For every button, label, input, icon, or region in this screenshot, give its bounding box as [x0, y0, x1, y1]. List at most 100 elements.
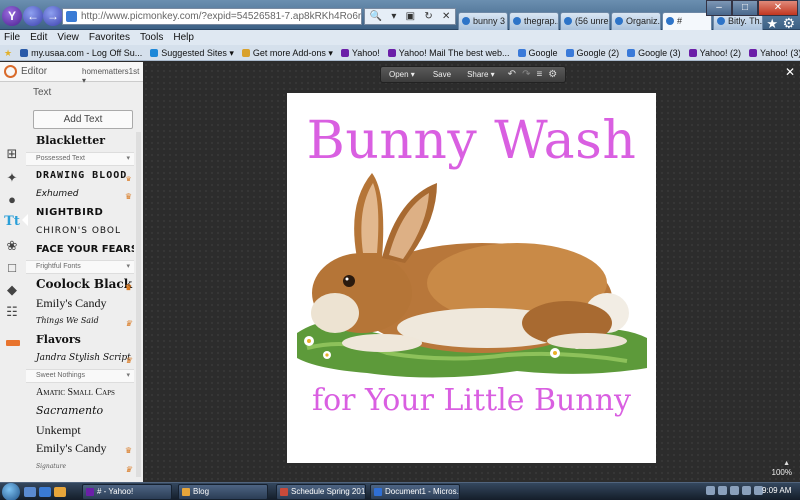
layers-icon[interactable]: ≡ [533, 69, 545, 80]
favorites-bar: ★ my.usaa.com - Log Off Su... Suggested S… [0, 45, 800, 61]
page-icon [66, 11, 77, 22]
taskbar-item[interactable]: # - Yahoo! [82, 484, 172, 500]
taskbar-item-label: # - Yahoo! [97, 487, 134, 496]
minimize-button[interactable]: – [706, 0, 732, 16]
font-category-header[interactable]: Sweet Nothings ▾ [26, 368, 134, 383]
photo-title-text[interactable]: Bunny Wash [287, 111, 656, 171]
start-button[interactable] [2, 483, 20, 500]
font-list-item[interactable]: FACE YOUR FEARS [26, 241, 134, 260]
add-text-button[interactable]: Add Text [33, 110, 133, 129]
back-button[interactable]: ← [23, 6, 43, 26]
browser-tab[interactable]: (56 unre... [560, 12, 610, 30]
taskbar-item[interactable]: Blog [178, 484, 268, 500]
font-list-item[interactable]: CHIRON'S OBOL [26, 222, 134, 241]
menu-item-view[interactable]: View [57, 30, 79, 45]
redo-icon[interactable]: ↷ [519, 69, 533, 80]
menu-item-favorites[interactable]: Favorites [89, 30, 130, 45]
photo-subtitle-text[interactable]: for Your Little Bunny [287, 383, 656, 418]
taskbar-item[interactable]: Document1 - Micros... [370, 484, 460, 500]
dropdown-icon[interactable]: ▾ [391, 11, 396, 22]
yahoo-logo-icon[interactable]: Y [2, 6, 22, 26]
maximize-button[interactable]: □ [732, 0, 758, 16]
font-list-scrollbar[interactable] [136, 132, 141, 477]
font-category-header[interactable]: Frightful Fonts ▾ [26, 260, 134, 274]
forward-button[interactable]: → [43, 6, 63, 26]
font-list-item[interactable]: Sacramento [26, 402, 134, 421]
favorite-link[interactable]: Yahoo! (2) [688, 45, 741, 60]
folder-quicklaunch-icon[interactable] [54, 487, 66, 497]
favorite-link[interactable]: Yahoo! (3) [748, 45, 800, 60]
search-icon[interactable]: 🔍 [370, 11, 382, 22]
favorite-link[interactable]: Get more Add-ons ▾ [241, 45, 333, 60]
browser-tab[interactable]: # [662, 12, 712, 30]
font-list-item[interactable]: Coolock Black ♛ [26, 275, 134, 294]
open-button[interactable]: Open ▾ [381, 67, 425, 82]
font-list-item[interactable]: Signature ♛ [26, 458, 134, 477]
menu-item-file[interactable]: File [4, 30, 20, 45]
save-button[interactable]: Save [425, 67, 459, 82]
favorite-link[interactable]: Suggested Sites ▾ [150, 45, 234, 60]
ie-quicklaunch-icon[interactable] [39, 487, 51, 497]
zoom-up-icon[interactable]: ▲ [783, 460, 790, 467]
font-list-item[interactable]: Things We Said ♛ [26, 312, 134, 331]
font-list-item[interactable]: Exhumed ♛ [26, 185, 134, 204]
font-list-item[interactable]: Blackletter [26, 132, 134, 151]
tray-icon[interactable] [706, 486, 715, 495]
font-list-item[interactable]: DRAWING BLOOD ♛ [26, 167, 134, 186]
taskbar-item[interactable]: Schedule Spring 201... [276, 484, 366, 500]
close-editor-button[interactable]: ✕ [785, 65, 795, 79]
favorite-link[interactable]: Google (3) [627, 45, 681, 60]
frame-icon[interactable]: □ [4, 260, 20, 276]
network-icon[interactable] [730, 486, 739, 495]
browser-tab[interactable]: thegrap... [509, 12, 559, 30]
texture-icon[interactable]: ◆ [4, 282, 20, 298]
font-list-item[interactable]: Emily's Candy [26, 294, 134, 313]
zoom-level[interactable]: 100% [772, 468, 792, 477]
font-category-header[interactable]: Possessed Text ▾ [26, 151, 134, 166]
show-desktop-icon[interactable] [24, 487, 36, 497]
favorite-link[interactable]: Google (2) [565, 45, 619, 60]
themes-icon[interactable]: ☷ [4, 304, 20, 320]
section-title: Text [33, 87, 52, 98]
menu-item-help[interactable]: Help [173, 30, 194, 45]
favorite-link[interactable]: my.usaa.com - Log Off Su... [20, 45, 142, 60]
font-list-item[interactable]: Emily's Candy ♛ [26, 439, 134, 458]
settings-icon[interactable]: ⚙ [545, 69, 560, 80]
font-list-item[interactable]: Jandra Stylish Script ♛ [26, 349, 134, 368]
favorite-link[interactable]: Yahoo! [340, 45, 380, 60]
favorite-link[interactable]: Yahoo! Mail The best web... [387, 45, 510, 60]
bottle-icon[interactable]: ● [4, 192, 20, 208]
font-list-item[interactable]: Flavors [26, 331, 134, 350]
browser-tab[interactable]: Organiz... [611, 12, 661, 30]
user-menu[interactable]: homematters1st ▾ [82, 67, 143, 85]
font-name: Coolock Black [36, 277, 133, 291]
refresh-icon[interactable]: ↻ [424, 11, 432, 22]
editor-title: Editor [21, 66, 48, 77]
font-name: Flavors [36, 332, 81, 346]
photo-canvas[interactable]: Bunny Wash for Your Little Bunny [287, 93, 656, 463]
butterfly-icon[interactable]: ❀ [4, 238, 20, 254]
volume-icon[interactable] [742, 486, 751, 495]
menu-item-tools[interactable]: Tools [140, 30, 163, 45]
browser-tab[interactable]: bunny 3 ... [458, 12, 508, 30]
favorite-icon [241, 48, 250, 57]
font-list-item[interactable]: Amatic Small Caps [26, 384, 134, 403]
favorite-link[interactable]: Google [517, 45, 558, 60]
font-name: FACE YOUR FEARS [36, 243, 134, 255]
chevron-down-icon: ▾ [126, 371, 130, 379]
tray-icon[interactable] [718, 486, 727, 495]
menu-item-edit[interactable]: Edit [30, 30, 47, 45]
font-name: CHIRON'S OBOL [36, 226, 122, 236]
magic-wand-icon[interactable]: ✦ [4, 170, 20, 186]
compat-view-icon[interactable]: ▣ [406, 11, 415, 22]
font-list-item[interactable]: Unkempt [26, 421, 134, 440]
close-window-button[interactable]: ✕ [758, 0, 798, 16]
favorites-star-icon[interactable]: ★ [4, 45, 12, 60]
font-list-item[interactable]: NIGHTBIRD [26, 204, 134, 223]
text-tool-icon[interactable]: Tt [4, 214, 20, 230]
undo-icon[interactable]: ↶ [505, 69, 519, 80]
stop-icon[interactable]: ✕ [442, 11, 450, 22]
crop-icon[interactable]: ⊞ [4, 146, 20, 162]
share-button[interactable]: Share ▾ [459, 67, 505, 82]
address-bar[interactable]: http://www.picmonkey.com/?expid=54526581… [62, 8, 362, 25]
